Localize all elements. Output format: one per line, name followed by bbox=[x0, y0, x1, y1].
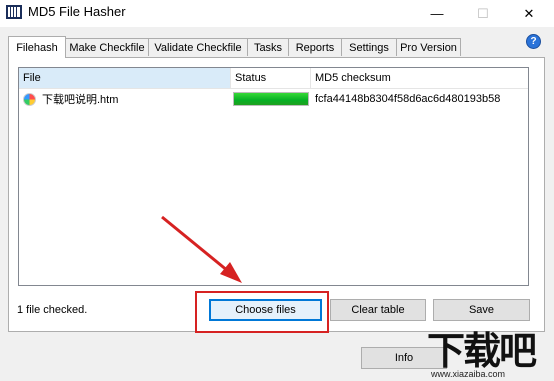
md5-cell: fcfa44148b8304f58d6ac6d480193b58 bbox=[315, 93, 501, 105]
maximize-button[interactable]: ☐ bbox=[460, 0, 506, 27]
file-cell: 下载吧说明.htm bbox=[19, 89, 231, 109]
maximize-icon: ☐ bbox=[477, 5, 489, 21]
watermark-logo: 下载吧 www.xiazaiba.com bbox=[418, 320, 554, 381]
file-table[interactable]: File Status MD5 checksum 下载吧说明.htm fcfa4… bbox=[18, 67, 529, 286]
status-cell bbox=[231, 89, 311, 109]
window-title: MD5 File Hasher bbox=[28, 4, 126, 19]
tab-filehash[interactable]: Filehash bbox=[8, 36, 66, 58]
watermark-text: 下载吧 bbox=[427, 329, 537, 373]
tab-validate-checkfile[interactable]: Validate Checkfile bbox=[148, 38, 248, 56]
annotation-arrow-icon bbox=[161, 215, 242, 283]
minimize-button[interactable]: — bbox=[414, 0, 460, 27]
app-icon bbox=[6, 5, 22, 19]
save-button[interactable]: Save bbox=[433, 299, 530, 321]
tab-reports[interactable]: Reports bbox=[288, 38, 342, 56]
tab-make-checkfile[interactable]: Make Checkfile bbox=[65, 38, 149, 56]
hash-progress-bar bbox=[233, 92, 309, 106]
column-header-md5[interactable]: MD5 checksum bbox=[311, 68, 528, 88]
tab-tasks[interactable]: Tasks bbox=[247, 38, 289, 56]
tab-settings[interactable]: Settings bbox=[341, 38, 397, 56]
file-name: 下载吧说明.htm bbox=[42, 94, 119, 106]
minimize-icon: — bbox=[430, 6, 444, 21]
help-icon[interactable]: ? bbox=[526, 34, 541, 49]
close-icon: ✕ bbox=[523, 5, 535, 21]
title-bar[interactable]: MD5 File Hasher — ☐ ✕ bbox=[0, 0, 554, 27]
close-button[interactable]: ✕ bbox=[506, 0, 552, 27]
column-header-file[interactable]: File bbox=[19, 68, 231, 88]
html-file-icon bbox=[23, 92, 36, 106]
table-row[interactable]: 下载吧说明.htm fcfa44148b8304f58d6ac6d480193b… bbox=[19, 89, 528, 109]
app-window: MD5 File Hasher — ☐ ✕ Filehash Make Chec… bbox=[0, 0, 554, 381]
annotation-highlight-box bbox=[195, 291, 329, 333]
watermark-url: www.xiazaiba.com bbox=[431, 369, 506, 379]
tab-strip: Filehash Make Checkfile Validate Checkfi… bbox=[8, 36, 518, 58]
status-text: 1 file checked. bbox=[17, 304, 88, 316]
table-header: File Status MD5 checksum bbox=[19, 68, 528, 89]
clear-table-button[interactable]: Clear table bbox=[330, 299, 426, 321]
column-header-status[interactable]: Status bbox=[231, 68, 311, 88]
hash-progress-fill bbox=[234, 93, 308, 105]
tab-pro-version[interactable]: Pro Version bbox=[396, 38, 461, 56]
